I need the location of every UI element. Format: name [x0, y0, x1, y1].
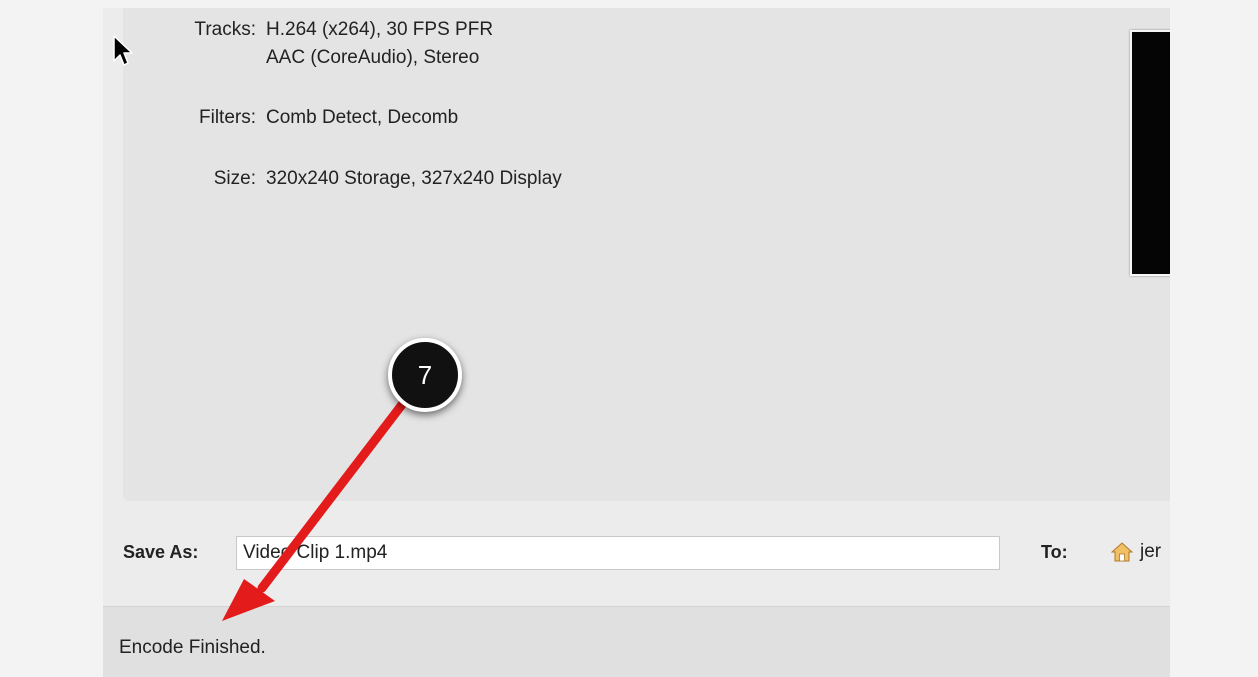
- size-label: Size:: [213, 168, 256, 189]
- save-as-row: Save As: To: jer: [103, 533, 1170, 573]
- size-value: 320x240 Storage, 327x240 Display: [266, 168, 562, 189]
- filters-row: Filters: Comb Detect, Decomb: [123, 104, 458, 132]
- tracks-audio-value: AAC (CoreAudio), Stereo: [266, 47, 480, 68]
- save-as-input[interactable]: [236, 536, 1000, 570]
- status-text: Encode Finished.: [119, 637, 266, 658]
- mouse-pointer-icon: [113, 35, 133, 66]
- step-number-badge: 7: [388, 338, 462, 412]
- filters-label: Filters:: [199, 107, 256, 128]
- tracks-row: Tracks: H.264 (x264), 30 FPS PFR AAC (Co…: [123, 16, 493, 72]
- status-bar: Encode Finished.: [103, 606, 1170, 677]
- summary-panel: Tracks: H.264 (x264), 30 FPS PFR AAC (Co…: [123, 8, 1170, 501]
- home-folder-icon: [1111, 542, 1133, 562]
- filters-value: Comb Detect, Decomb: [266, 107, 459, 128]
- save-as-label: Save As:: [123, 542, 199, 562]
- tracks-video-value: H.264 (x264), 30 FPS PFR: [266, 19, 494, 40]
- size-row: Size: 320x240 Storage, 327x240 Display: [123, 165, 562, 193]
- preview-thumbnail[interactable]: [1130, 30, 1170, 276]
- tracks-label: Tracks:: [194, 19, 256, 40]
- destination-path[interactable]: jer: [1140, 541, 1161, 563]
- destination-label: To:: [1041, 542, 1068, 562]
- handbrake-window: Tracks: H.264 (x264), 30 FPS PFR AAC (Co…: [103, 8, 1170, 677]
